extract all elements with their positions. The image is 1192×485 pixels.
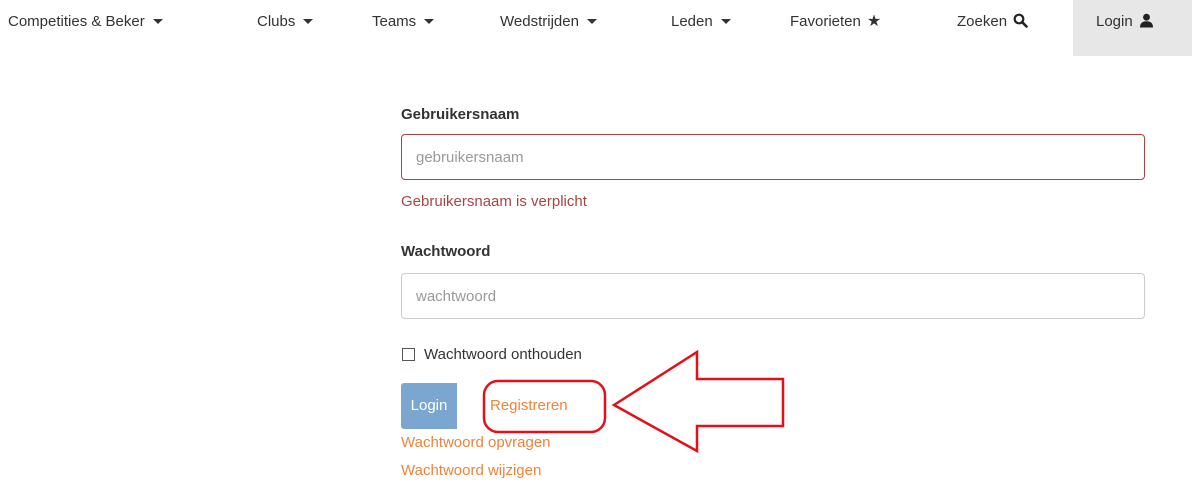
nav-item-clubs[interactable]: Clubs bbox=[257, 0, 314, 56]
remember-row: Wachtwoord onthouden bbox=[401, 344, 582, 364]
caret-down-icon bbox=[424, 18, 435, 24]
nav-item-favorieten[interactable]: Favorieten ★ bbox=[790, 0, 881, 56]
caret-down-icon bbox=[720, 18, 731, 24]
nav-label: Leden bbox=[671, 13, 713, 30]
remember-label: Wachtwoord onthouden bbox=[424, 345, 582, 363]
star-icon: ★ bbox=[866, 13, 882, 30]
nav-label: Zoeken bbox=[957, 13, 1008, 30]
nav-label: Clubs bbox=[257, 13, 296, 30]
register-link[interactable]: Registreren bbox=[490, 397, 568, 414]
nav-label: Wedstrijden bbox=[500, 13, 579, 30]
username-input[interactable] bbox=[401, 134, 1145, 180]
user-icon bbox=[1139, 13, 1153, 28]
top-navbar: Competities & Beker Clubs Teams Wedstrij… bbox=[0, 0, 1192, 56]
nav-item-login[interactable]: Login bbox=[1073, 0, 1192, 56]
nav-item-wedstrijden[interactable]: Wedstrijden bbox=[500, 0, 597, 56]
request-password-link[interactable]: Wachtwoord opvragen bbox=[401, 434, 551, 451]
password-label: Wachtwoord bbox=[401, 243, 491, 260]
caret-down-icon bbox=[586, 18, 597, 24]
nav-item-competities[interactable]: Competities & Beker bbox=[8, 0, 163, 56]
nav-label: Teams bbox=[372, 13, 417, 30]
nav-label: Favorieten bbox=[790, 13, 861, 30]
password-input[interactable] bbox=[401, 273, 1145, 319]
annotation-overlay bbox=[482, 349, 785, 454]
username-label: Gebruikersnaam bbox=[401, 106, 520, 123]
arrow-left-icon bbox=[611, 349, 785, 454]
login-button[interactable]: Login bbox=[401, 383, 457, 429]
caret-down-icon bbox=[303, 18, 314, 24]
remember-checkbox[interactable] bbox=[402, 347, 415, 361]
nav-item-teams[interactable]: Teams bbox=[372, 0, 435, 56]
caret-down-icon bbox=[152, 18, 163, 24]
search-icon bbox=[1013, 13, 1028, 28]
nav-label: Login bbox=[1096, 13, 1133, 30]
nav-item-zoeken[interactable]: Zoeken bbox=[957, 0, 1028, 56]
nav-label: Competities & Beker bbox=[8, 13, 145, 30]
change-password-link[interactable]: Wachtwoord wijzigen bbox=[401, 462, 541, 479]
username-error-text: Gebruikersnaam is verplicht bbox=[401, 193, 587, 210]
nav-item-leden[interactable]: Leden bbox=[671, 0, 731, 56]
